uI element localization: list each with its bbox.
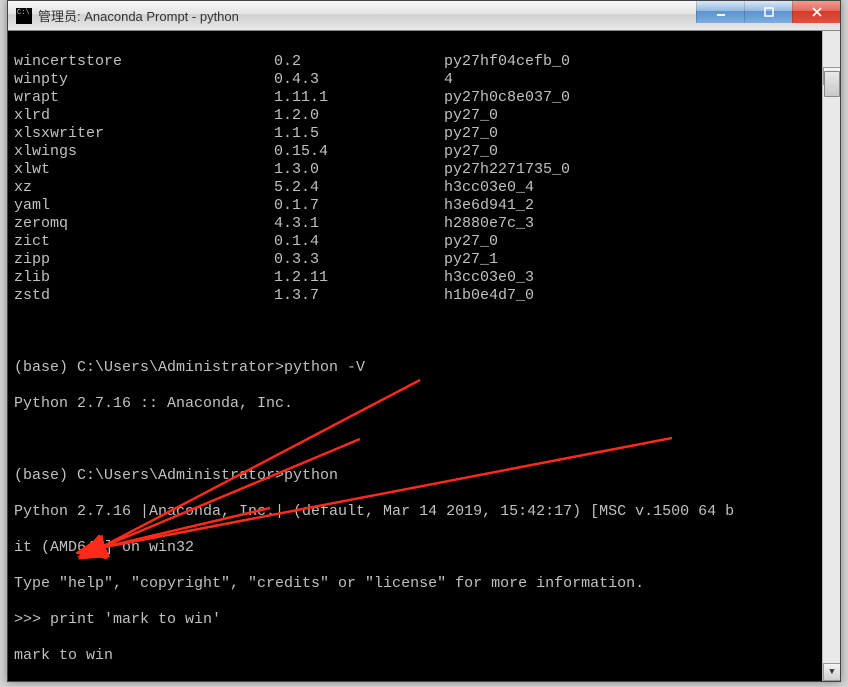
package-version: 1.11.1 <box>274 89 444 107</box>
scroll-thumb[interactable] <box>824 71 840 97</box>
output-line: Type "help", "copyright", "credits" or "… <box>14 575 834 593</box>
package-name: zict <box>14 233 274 251</box>
package-build: py27_1 <box>444 251 498 269</box>
package-build: h1b0e4d7_0 <box>444 287 534 305</box>
maximize-button[interactable] <box>744 1 792 23</box>
maximize-icon <box>763 6 775 18</box>
package-build: h2880e7c_3 <box>444 215 534 233</box>
package-name: xz <box>14 179 274 197</box>
package-version: 1.2.0 <box>274 107 444 125</box>
package-build: py27h2271735_0 <box>444 161 570 179</box>
terminal-window: 管理员: Anaconda Prompt - python wincertsto… <box>7 0 841 682</box>
package-version: 0.2 <box>274 53 444 71</box>
package-build: h3cc03e0_3 <box>444 269 534 287</box>
package-name: xlwings <box>14 143 274 161</box>
package-build: h3cc03e0_4 <box>444 179 534 197</box>
package-row: xlwings0.15.4py27_0 <box>14 143 834 161</box>
window-controls <box>696 1 840 23</box>
package-row: xlwt1.3.0py27h2271735_0 <box>14 161 834 179</box>
package-version: 1.1.5 <box>274 125 444 143</box>
package-build: py27_0 <box>444 233 498 251</box>
cmd-icon <box>16 8 32 24</box>
package-name: yaml <box>14 197 274 215</box>
blank-line <box>14 431 834 449</box>
package-build: 4 <box>444 71 453 89</box>
package-version: 1.3.7 <box>274 287 444 305</box>
scrollbar[interactable]: ▲ ▼ <box>822 31 840 681</box>
prompt-line: (base) C:\Users\Administrator>python <box>14 467 834 485</box>
package-version: 1.2.11 <box>274 269 444 287</box>
close-button[interactable] <box>792 1 840 23</box>
package-name: zeromq <box>14 215 274 233</box>
package-row: xlrd1.2.0py27_0 <box>14 107 834 125</box>
package-row: yaml0.1.7h3e6d941_2 <box>14 197 834 215</box>
package-row: zeromq4.3.1h2880e7c_3 <box>14 215 834 233</box>
package-row: winpty0.4.34 <box>14 71 834 89</box>
package-row: xlsxwriter1.1.5py27_0 <box>14 125 834 143</box>
package-name: zlib <box>14 269 274 287</box>
repl-input-line: >>> print 'mark to win' <box>14 611 834 629</box>
minimize-icon <box>715 6 727 18</box>
package-version: 5.2.4 <box>274 179 444 197</box>
package-build: py27_0 <box>444 107 498 125</box>
package-build: py27_0 <box>444 143 498 161</box>
package-version: 0.15.4 <box>274 143 444 161</box>
output-line: Python 2.7.16 |Anaconda, Inc.| (default,… <box>14 503 834 521</box>
package-row: zlib1.2.11h3cc03e0_3 <box>14 269 834 287</box>
blank-line <box>14 323 834 341</box>
package-build: py27h0c8e037_0 <box>444 89 570 107</box>
package-row: wincertstore0.2py27hf04cefb_0 <box>14 53 834 71</box>
package-version: 0.1.7 <box>274 197 444 215</box>
package-name: xlwt <box>14 161 274 179</box>
package-build: h3e6d941_2 <box>444 197 534 215</box>
scroll-down-button[interactable]: ▼ <box>823 663 840 681</box>
package-version: 1.3.0 <box>274 161 444 179</box>
package-name: zipp <box>14 251 274 269</box>
package-name: winpty <box>14 71 274 89</box>
package-build: py27_0 <box>444 125 498 143</box>
package-version: 4.3.1 <box>274 215 444 233</box>
prompt-line: (base) C:\Users\Administrator>python -V <box>14 359 834 377</box>
package-row: zstd1.3.7h1b0e4d7_0 <box>14 287 834 305</box>
output-line: it (AMD64)] on win32 <box>14 539 834 557</box>
package-row: wrapt1.11.1py27h0c8e037_0 <box>14 89 834 107</box>
package-name: wrapt <box>14 89 274 107</box>
package-list: wincertstore0.2py27hf04cefb_0winpty0.4.3… <box>14 53 834 305</box>
output-line: mark to win <box>14 647 834 665</box>
package-row: xz5.2.4h3cc03e0_4 <box>14 179 834 197</box>
minimize-button[interactable] <box>696 1 744 23</box>
output-line: Python 2.7.16 :: Anaconda, Inc. <box>14 395 834 413</box>
package-name: zstd <box>14 287 274 305</box>
package-version: 0.1.4 <box>274 233 444 251</box>
package-name: xlrd <box>14 107 274 125</box>
package-row: zipp0.3.3py27_1 <box>14 251 834 269</box>
package-name: xlsxwriter <box>14 125 274 143</box>
package-name: wincertstore <box>14 53 274 71</box>
titlebar[interactable]: 管理员: Anaconda Prompt - python <box>8 1 840 31</box>
close-icon <box>811 6 823 18</box>
terminal-output[interactable]: wincertstore0.2py27hf04cefb_0winpty0.4.3… <box>8 31 840 681</box>
package-build: py27hf04cefb_0 <box>444 53 570 71</box>
package-version: 0.4.3 <box>274 71 444 89</box>
package-row: zict0.1.4py27_0 <box>14 233 834 251</box>
package-version: 0.3.3 <box>274 251 444 269</box>
